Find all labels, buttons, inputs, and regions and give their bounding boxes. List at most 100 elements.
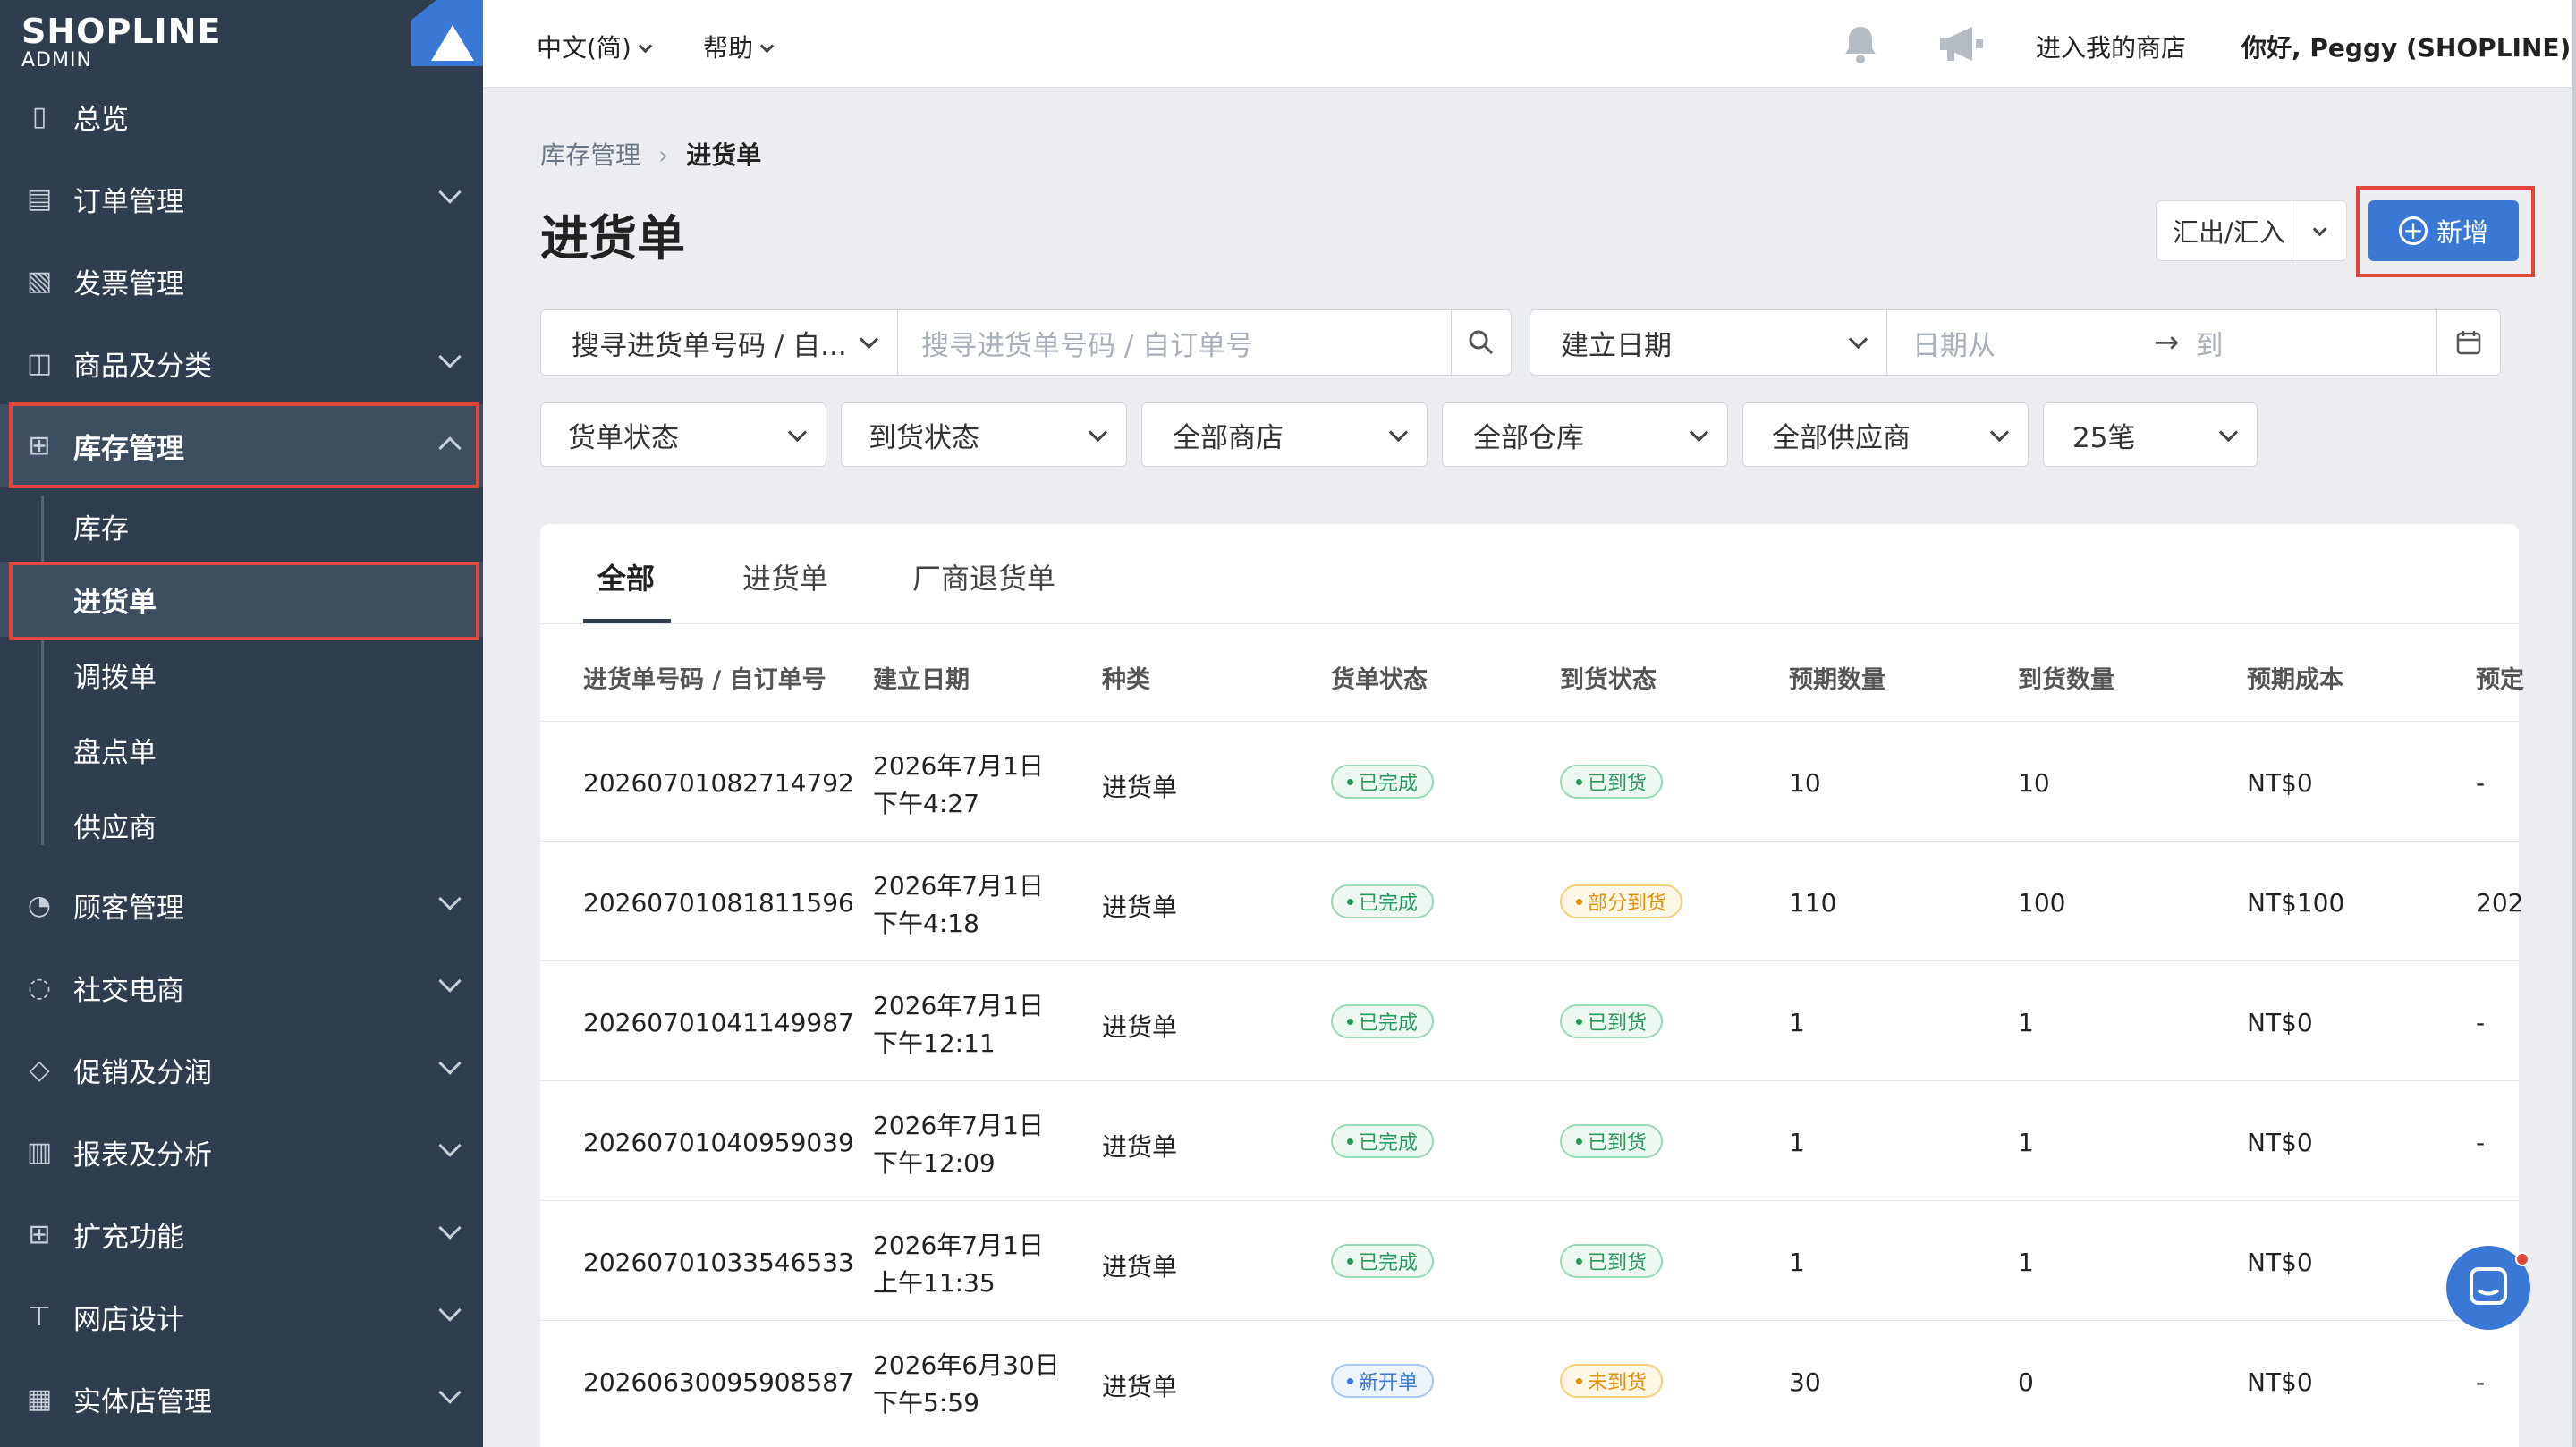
order-status-label: 货单状态 (568, 421, 679, 454)
table-row[interactable]: 20260701082714792 2026年7月1日 下午4:27 进货单 已完成 已到… (540, 721, 2519, 841)
bag-icon: ◫ (26, 347, 53, 379)
arrival-text: 已到货 (1588, 773, 1648, 795)
order-type: 进货单 (1102, 1132, 1178, 1162)
status-dot (1576, 778, 1582, 785)
sidebar-item-pos[interactable]: ▦ 实体店管理 (0, 1358, 483, 1440)
megaphone-icon[interactable] (1936, 23, 1986, 64)
sidebar-sub-stocktake[interactable]: 盘点单 (0, 712, 483, 787)
tab-purchase-orders[interactable]: 进货单 (742, 556, 828, 597)
chevron-up-icon (438, 436, 462, 460)
chevron-down-icon[interactable] (2292, 216, 2346, 246)
sidebar-item-social[interactable]: ◌ 社交电商 (0, 946, 483, 1028)
column-header-expected-qty: 预期数量 (1789, 666, 1885, 694)
per-page-select[interactable]: 25笔 (2043, 402, 2258, 467)
store-label: 全部商店 (1173, 421, 1284, 454)
order-type: 进货单 (1102, 1252, 1178, 1282)
new-button[interactable]: + 新增 (2368, 200, 2519, 261)
sidebar-item-label: 社交电商 (73, 974, 184, 1007)
warehouse-select[interactable]: 全部仓库 (1442, 402, 1728, 467)
status-badge: 已完成 (1331, 1124, 1435, 1158)
chevron-down-icon (1388, 422, 1409, 443)
shopline-mark-icon (411, 0, 483, 66)
date-range-input[interactable]: 日期从 → 到 (1887, 309, 2438, 376)
sidebar-item-customers[interactable]: ◔ 顾客管理 (0, 864, 483, 946)
sidebar-sub-purchase-orders[interactable]: 进货单 (0, 562, 483, 637)
arrival-status-select[interactable]: 到货状态 (841, 402, 1127, 467)
sidebar-item-label: 商品及分类 (73, 350, 212, 383)
logo-sub: ADMIN (21, 49, 92, 72)
scheduled-date: - (2476, 1008, 2486, 1037)
warehouse-label: 全部仓库 (1473, 421, 1584, 454)
expected-cost: NT$0 (2247, 1128, 2313, 1157)
table-row[interactable]: 20260701041149987 2026年7月1日 下午12:11 进货单 已完成 已… (540, 960, 2519, 1080)
store-select[interactable]: 全部商店 (1141, 402, 1428, 467)
order-id[interactable]: 20260701040959039 (583, 1128, 854, 1157)
search-type-select[interactable]: 搜寻进货单号码 / 自... (540, 309, 898, 376)
order-type: 进货单 (1102, 893, 1178, 922)
sidebar-item-design[interactable]: ⊤ 网店设计 (0, 1275, 483, 1358)
sidebar-item-orders[interactable]: ▤ 订单管理 (0, 157, 483, 240)
sidebar-item-inventory[interactable]: ⊞ 库存管理 (0, 404, 483, 487)
chevron-down-icon (1989, 422, 2010, 443)
order-type: 进货单 (1102, 1372, 1178, 1401)
order-status-select[interactable]: 货单状态 (540, 402, 826, 467)
chevron-down-icon (438, 181, 462, 204)
order-id[interactable]: 20260630095908587 (583, 1367, 854, 1397)
breadcrumb-parent[interactable]: 库存管理 (540, 140, 640, 170)
arrival-text: 已到货 (1588, 1252, 1648, 1274)
sidebar-sub-stock[interactable]: 库存 (0, 488, 483, 563)
calendar-button[interactable] (2436, 309, 2501, 376)
plus-circle-icon: + (2398, 216, 2428, 245)
arrival-badge: 部分到货 (1560, 884, 1683, 918)
search-input[interactable]: 搜寻进货单号码 / 自订单号 (898, 309, 1453, 376)
sidebar-item-overview[interactable]: ▯ 总览 (0, 75, 483, 157)
sidebar-item-apps[interactable]: ⊞ 扩充功能 (0, 1193, 483, 1275)
enter-store-link[interactable]: 进入我的商店 (2036, 29, 2186, 64)
search-button[interactable] (1451, 309, 1512, 376)
column-header-date[interactable]: 建立日期 (873, 660, 970, 695)
column-header-id[interactable]: 进货单号码 / 自订单号 (583, 660, 826, 695)
bell-icon[interactable] (1838, 21, 1883, 66)
order-id[interactable]: 20260701081811596 (583, 888, 854, 918)
export-import-button[interactable]: 汇出/汇入 (2156, 200, 2347, 261)
expected-qty: 30 (1789, 1367, 1821, 1397)
sidebar-item-label: 扩充功能 (73, 1221, 184, 1254)
help-label: 帮助 (703, 33, 754, 63)
table-row[interactable]: 20260701081811596 2026年7月1日 下午4:18 进货单 已完成 部分… (540, 841, 2523, 960)
created-time: 下午5:59 (873, 1388, 979, 1417)
sidebar-item-products[interactable]: ◫ 商品及分类 (0, 322, 483, 404)
order-id[interactable]: 20260701033546533 (583, 1248, 854, 1277)
sub-label: 盘点单 (73, 736, 157, 769)
sidebar-sub-suppliers[interactable]: 供应商 (0, 787, 483, 862)
language-dropdown[interactable]: 中文(简) (537, 29, 653, 64)
column-header-status: 货单状态 (1331, 666, 1428, 694)
order-id[interactable]: 20260701082714792 (583, 768, 854, 798)
chevron-down-icon (438, 345, 462, 368)
table-row[interactable]: 20260701033546533 2026年7月1日 上午11:35 进货单 已完成 已… (540, 1200, 2519, 1320)
tab-all[interactable]: 全部 (597, 556, 655, 597)
chevron-down-icon (2218, 422, 2239, 443)
sidebar-item-promotions[interactable]: ◇ 促销及分润 (0, 1028, 483, 1111)
status-dot (1347, 898, 1353, 905)
sidebar-item-reports[interactable]: ▥ 报表及分析 (0, 1111, 483, 1193)
sidebar-item-invoices[interactable]: ▧ 发票管理 (0, 240, 483, 322)
status-text: 已完成 (1359, 1132, 1419, 1155)
status-dot (1576, 1018, 1582, 1025)
status-dot (1347, 778, 1353, 785)
date-to-placeholder: 到 (2195, 329, 2224, 362)
help-dropdown[interactable]: 帮助 (703, 29, 775, 64)
created-date: 2026年7月1日 (873, 991, 1044, 1020)
tab-vendor-returns[interactable]: 厂商退货单 (912, 556, 1055, 597)
table-row[interactable]: 20260701040959039 2026年7月1日 下午12:09 进货单 已完成 已… (540, 1080, 2519, 1200)
inventory-icon: ⊞ (28, 429, 51, 461)
expected-qty: 1 (1789, 1248, 1805, 1277)
invoice-icon: ▧ (26, 265, 53, 297)
sub-label: 进货单 (73, 586, 157, 619)
supplier-select[interactable]: 全部供应商 (1742, 402, 2029, 467)
date-type-select[interactable]: 建立日期 (1530, 309, 1887, 376)
user-menu[interactable]: 你好, Peggy (SHOPLINE) (2241, 29, 2576, 64)
sidebar-sub-transfer[interactable]: 调拨单 (0, 637, 483, 712)
order-id[interactable]: 20260701041149987 (583, 1008, 854, 1037)
shopline-logo[interactable]: SHOPLINE ADMIN (21, 13, 221, 72)
table-row[interactable]: 20260630095908587 2026年6月30日 下午5:59 进货单 新开单 未… (540, 1320, 2519, 1440)
